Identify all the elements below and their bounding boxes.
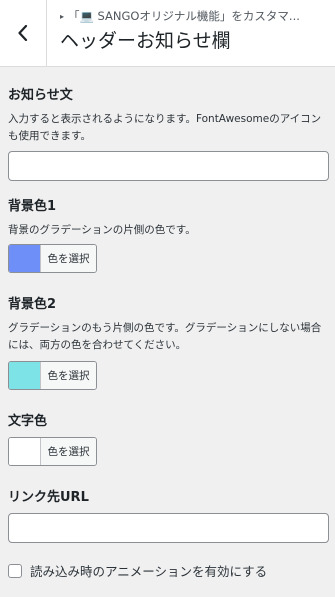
chevron-left-icon	[18, 25, 28, 41]
bg1-button-label: 色を選択	[41, 245, 96, 272]
bg1-color-button[interactable]: 色を選択	[8, 244, 97, 273]
bg2-color-button[interactable]: 色を選択	[8, 361, 97, 390]
notice-description: 入力すると表示されるようになります。FontAwesomeのアイコンも使用できま…	[8, 113, 322, 142]
bg2-description: グラデーションのもう片側の色です。グラデーションにしない場合には、両方の色を合わ…	[8, 322, 322, 351]
text-color-button[interactable]: 色を選択	[8, 437, 97, 466]
breadcrumb: ▸ 「💻 SANGOオリジナル機能」をカスタマ...	[60, 8, 332, 25]
animation-option[interactable]: 読み込み時のアニメーションを有効にする	[8, 561, 267, 580]
animation-label: 読み込み時のアニメーションを有効にする	[30, 564, 268, 579]
bg1-swatch	[9, 245, 41, 272]
bg2-button-label: 色を選択	[41, 362, 96, 389]
bg1-label: 背景色1	[8, 199, 57, 214]
breadcrumb-text: 「💻 SANGOオリジナル機能」をカスタマ...	[68, 9, 300, 23]
customizer-header: ▸ 「💻 SANGOオリジナル機能」をカスタマ... ヘッダーお知らせ欄	[0, 0, 335, 67]
text-color-button-label: 色を選択	[41, 438, 96, 465]
page-title: ヘッダーお知らせ欄	[60, 30, 231, 52]
text-color-swatch	[9, 438, 41, 465]
bg1-description: 背景のグラデーションの片側の色です。	[8, 224, 196, 236]
notice-label: お知らせ文	[8, 88, 73, 103]
link-url-label: リンク先URL	[8, 490, 89, 505]
bg2-label: 背景色2	[8, 297, 57, 312]
text-color-label: 文字色	[8, 414, 48, 429]
bg2-swatch	[9, 362, 41, 389]
link-url-input[interactable]	[8, 513, 329, 543]
back-button[interactable]	[0, 0, 47, 66]
animation-checkbox[interactable]	[8, 563, 22, 578]
caret-right-icon: ▸	[60, 12, 65, 21]
notice-input[interactable]	[8, 151, 329, 181]
